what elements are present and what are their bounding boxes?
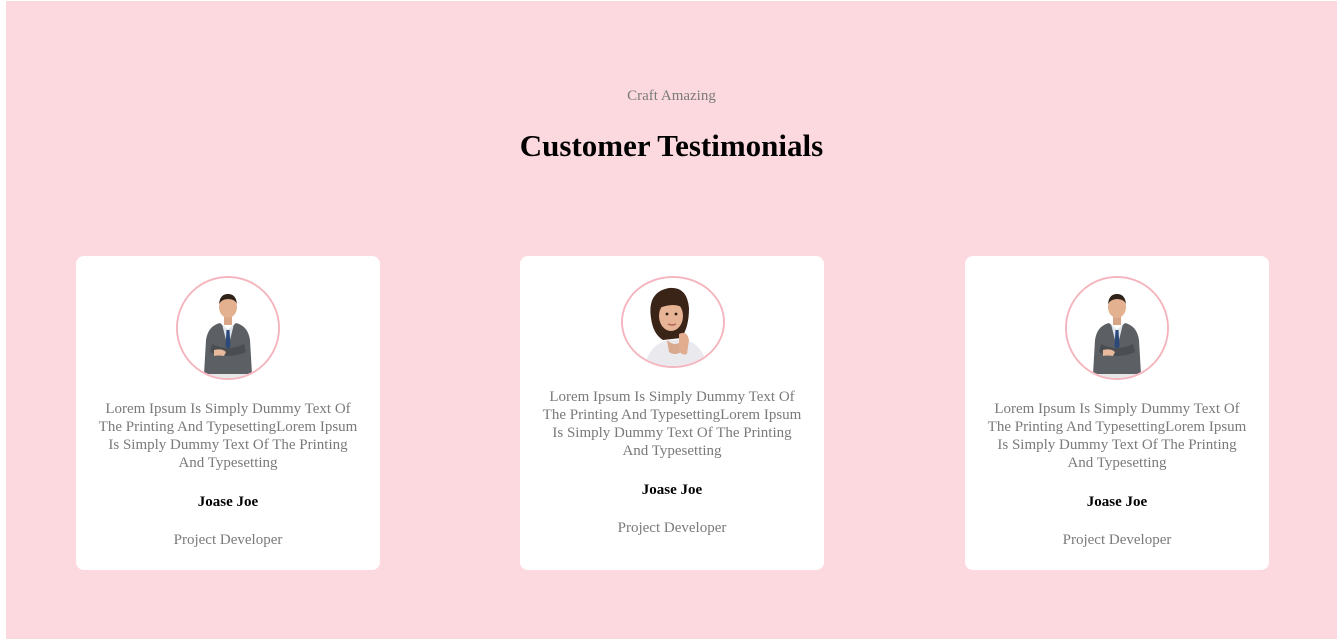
testimonial-card: Lorem Ipsum Is Simply Dummy Text Of The … [520,256,824,570]
testimonial-quote: Lorem Ipsum Is Simply Dummy Text Of The … [542,389,802,459]
section-eyebrow: Craft Amazing [627,88,716,104]
testimonial-name: Joase Joe [641,482,703,498]
avatar [1065,276,1169,380]
testimonial-quote: Lorem Ipsum Is Simply Dummy Text Of The … [987,401,1247,471]
testimonial-card: Lorem Ipsum Is Simply Dummy Text Of The … [76,256,380,570]
testimonial-name: Joase Joe [197,494,259,510]
avatar [176,276,280,380]
testimonials-section: Craft Amazing Customer Testimonials Lore… [6,1,1337,639]
avatar [621,276,725,368]
testimonial-role: Project Developer [173,532,283,548]
testimonial-role: Project Developer [1062,532,1172,548]
businessman-photo-icon [178,278,278,378]
testimonial-card: Lorem Ipsum Is Simply Dummy Text Of The … [965,256,1269,570]
businesswoman-photo-icon [623,278,723,366]
testimonial-name: Joase Joe [1086,494,1148,510]
testimonial-role: Project Developer [617,520,727,536]
section-title: Customer Testimonials [519,128,824,163]
testimonial-quote: Lorem Ipsum Is Simply Dummy Text Of The … [98,401,358,471]
businessman-photo-icon [1067,278,1167,378]
